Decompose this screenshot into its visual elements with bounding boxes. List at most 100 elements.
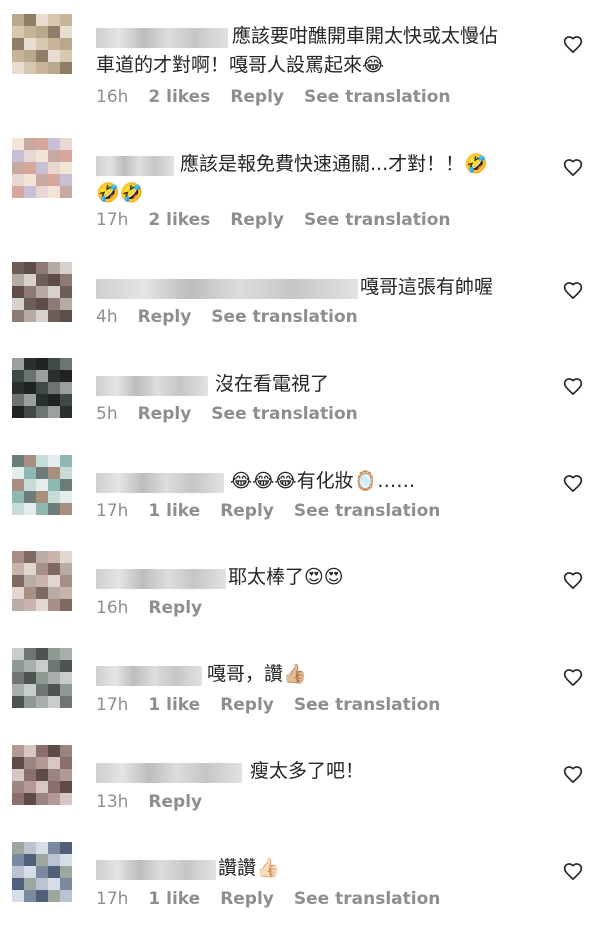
- reply-button[interactable]: Reply: [138, 404, 192, 424]
- avatar-pixel: [24, 479, 36, 491]
- timestamp[interactable]: 17h: [96, 695, 128, 715]
- avatar-pixel: [60, 174, 72, 186]
- avatar[interactable]: [12, 745, 72, 805]
- avatar-pixel: [24, 842, 36, 854]
- heart-icon[interactable]: [563, 281, 583, 301]
- avatar-pixel: [36, 358, 48, 370]
- avatar-pixel: [12, 358, 24, 370]
- avatar-pixel: [12, 174, 24, 186]
- see-translation-button[interactable]: See translation: [211, 307, 357, 327]
- avatar-pixel: [36, 50, 48, 62]
- username-blurred[interactable]: [96, 763, 242, 783]
- avatar-pixel: [60, 455, 72, 467]
- avatar-pixel: [24, 467, 36, 479]
- reply-button[interactable]: Reply: [220, 889, 274, 909]
- comment-text: 耶太棒了😍😍: [228, 566, 344, 588]
- avatar-pixel: [48, 310, 60, 322]
- username-blurred[interactable]: [96, 279, 358, 299]
- reply-button[interactable]: Reply: [220, 501, 274, 521]
- heart-icon[interactable]: [563, 474, 583, 494]
- avatar-pixel: [12, 599, 24, 611]
- reply-button[interactable]: Reply: [230, 87, 284, 107]
- username-blurred[interactable]: [96, 860, 216, 880]
- see-translation-button[interactable]: See translation: [294, 889, 440, 909]
- heart-icon[interactable]: [563, 765, 583, 785]
- avatar-pixel: [60, 660, 72, 672]
- heart-icon[interactable]: [563, 571, 583, 591]
- avatar[interactable]: [12, 842, 72, 902]
- avatar-pixel: [24, 62, 36, 74]
- avatar[interactable]: [12, 455, 72, 515]
- avatar-pixel: [36, 660, 48, 672]
- avatar-pixel: [12, 467, 24, 479]
- avatar[interactable]: [12, 262, 72, 322]
- avatar[interactable]: [12, 14, 72, 74]
- timestamp[interactable]: 17h: [96, 501, 128, 521]
- avatar[interactable]: [12, 551, 72, 611]
- avatar-pixel: [36, 467, 48, 479]
- heart-icon[interactable]: [563, 377, 583, 397]
- avatar-pixel: [12, 262, 24, 274]
- see-translation-button[interactable]: See translation: [294, 695, 440, 715]
- avatar-pixel: [12, 757, 24, 769]
- reply-button[interactable]: Reply: [220, 695, 274, 715]
- timestamp[interactable]: 4h: [96, 307, 118, 327]
- avatar-pixel: [24, 672, 36, 684]
- reply-button[interactable]: Reply: [148, 792, 202, 812]
- reply-button[interactable]: Reply: [230, 210, 284, 230]
- comment-meta: 17h 1 like Reply See translation: [96, 695, 440, 715]
- avatar-pixel: [36, 672, 48, 684]
- timestamp[interactable]: 17h: [96, 210, 128, 230]
- comment-text: 😂😂😂有化妝🪞……: [230, 470, 416, 492]
- avatar-pixel: [12, 406, 24, 418]
- avatar-pixel: [12, 162, 24, 174]
- likes-count[interactable]: 1 like: [148, 695, 200, 715]
- see-translation-button[interactable]: See translation: [304, 87, 450, 107]
- avatar-pixel: [36, 842, 48, 854]
- avatar-pixel: [24, 186, 36, 198]
- heart-icon[interactable]: [563, 158, 583, 178]
- username-blurred[interactable]: [96, 28, 228, 48]
- username-blurred[interactable]: [96, 666, 202, 686]
- see-translation-button[interactable]: See translation: [304, 210, 450, 230]
- avatar-pixel: [12, 781, 24, 793]
- avatar[interactable]: [12, 648, 72, 708]
- likes-count[interactable]: 1 like: [148, 501, 200, 521]
- avatar[interactable]: [12, 358, 72, 418]
- avatar-pixel: [60, 406, 72, 418]
- timestamp[interactable]: 13h: [96, 792, 128, 812]
- avatar-pixel: [12, 310, 24, 322]
- likes-count[interactable]: 1 like: [148, 889, 200, 909]
- timestamp[interactable]: 16h: [96, 87, 128, 107]
- avatar-pixel: [36, 769, 48, 781]
- reply-button[interactable]: Reply: [138, 307, 192, 327]
- timestamp[interactable]: 17h: [96, 889, 128, 909]
- avatar-pixel: [24, 298, 36, 310]
- avatar-pixel: [48, 648, 60, 660]
- avatar-pixel: [24, 138, 36, 150]
- username-blurred[interactable]: [96, 569, 226, 589]
- avatar-pixel: [48, 563, 60, 575]
- avatar-pixel: [48, 394, 60, 406]
- see-translation-button[interactable]: See translation: [211, 404, 357, 424]
- reply-button[interactable]: Reply: [148, 598, 202, 618]
- see-translation-button[interactable]: See translation: [294, 501, 440, 521]
- likes-count[interactable]: 2 likes: [148, 87, 210, 107]
- avatar-pixel: [12, 286, 24, 298]
- heart-icon[interactable]: [563, 35, 583, 55]
- avatar-pixel: [36, 138, 48, 150]
- username-blurred[interactable]: [96, 376, 208, 396]
- avatar-pixel: [12, 186, 24, 198]
- timestamp[interactable]: 16h: [96, 598, 128, 618]
- avatar-pixel: [36, 696, 48, 708]
- likes-count[interactable]: 2 likes: [148, 210, 210, 230]
- avatar[interactable]: [12, 138, 72, 198]
- avatar-pixel: [24, 696, 36, 708]
- avatar-pixel: [60, 587, 72, 599]
- username-blurred[interactable]: [96, 473, 224, 493]
- heart-icon[interactable]: [563, 862, 583, 882]
- heart-icon[interactable]: [563, 668, 583, 688]
- avatar-pixel: [48, 854, 60, 866]
- timestamp[interactable]: 5h: [96, 404, 118, 424]
- username-blurred[interactable]: [96, 156, 174, 176]
